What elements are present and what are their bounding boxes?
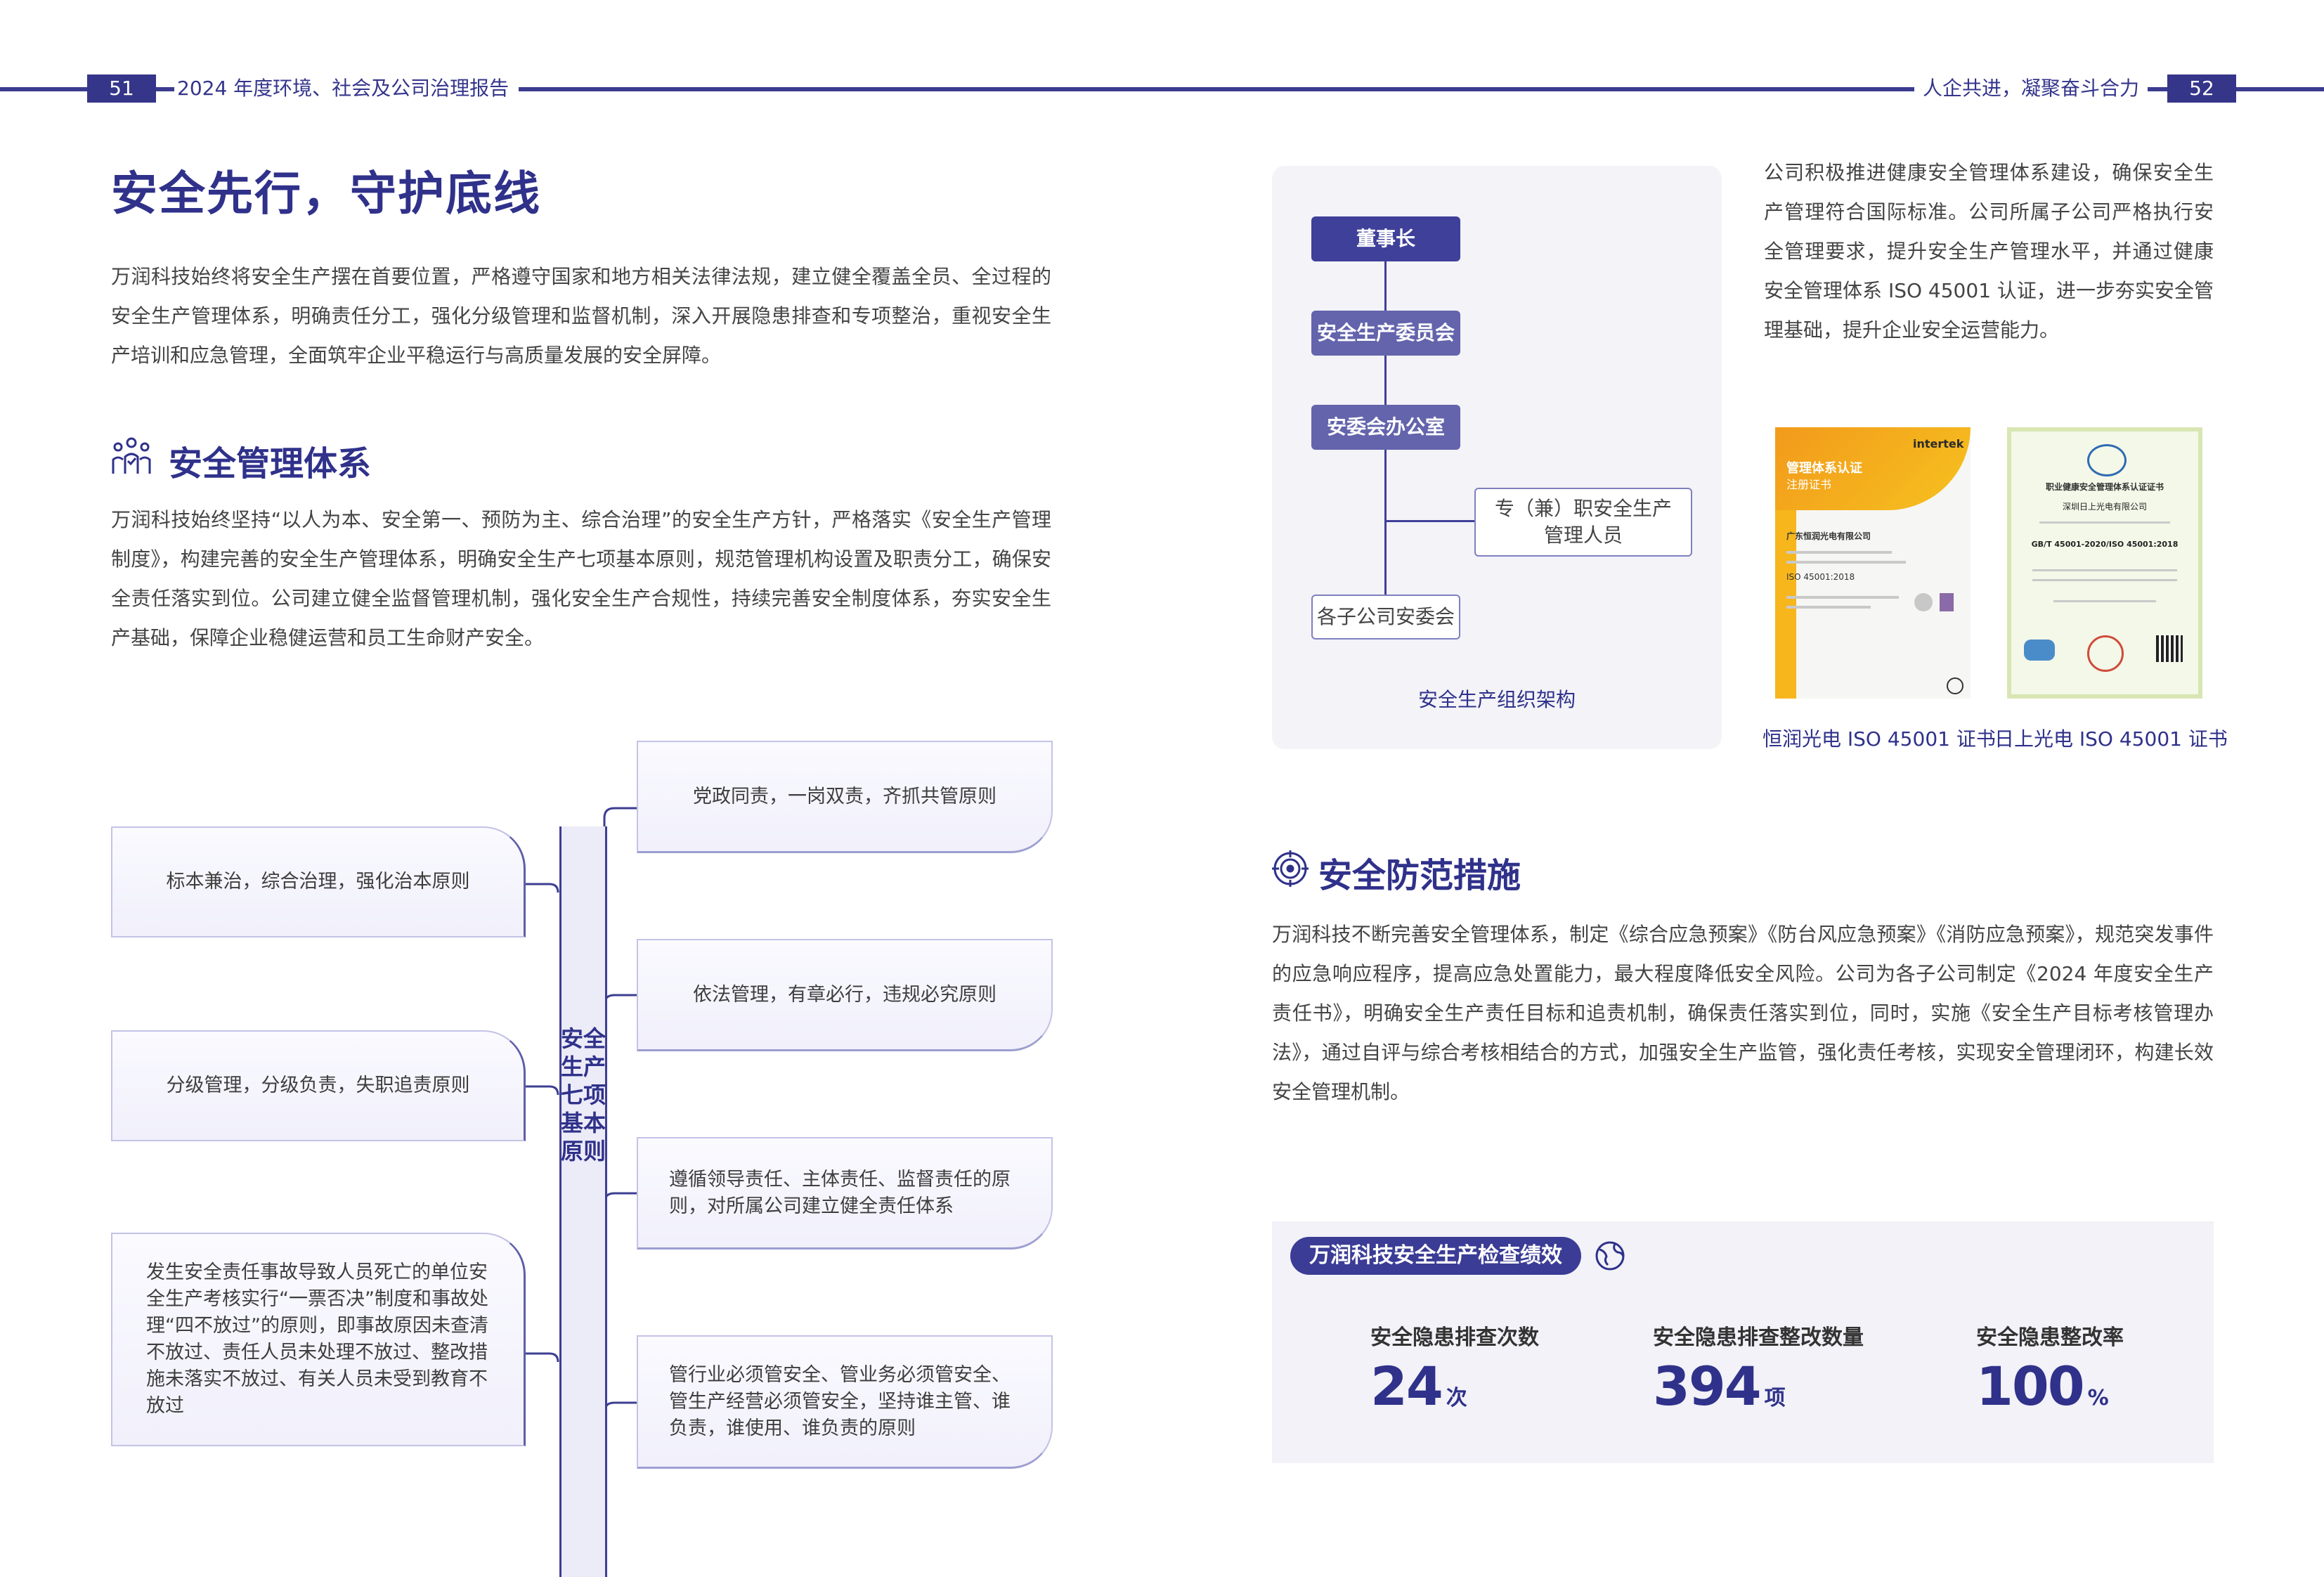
certificate-caption-rishang: 日上光电 ISO 45001 证书 <box>1994 727 2228 751</box>
cert-brand: intertek <box>1913 437 1964 450</box>
cert-company: 深圳日上光电有限公司 <box>2062 502 2147 512</box>
stat-value: 394 项 <box>1653 1355 1786 1417</box>
principle-box: 管行业必须管安全、管业务必须管安全、管生产经营必须管安全，坚持谁主管、谁负责，谁… <box>637 1335 1053 1469</box>
cert-company: 广东恒润光电有限公司 <box>1786 531 1871 541</box>
org-node-safety-staff: 专（兼）职安全生产管理人员 <box>1474 488 1692 557</box>
principle-text: 发生安全责任事故导致人员死亡的单位安全生产考核实行“一票否决”制度和事故处理“四… <box>146 1261 488 1417</box>
stat-unit: 次 <box>1446 1386 1467 1410</box>
stat-label: 安全隐患排查整改数量 <box>1653 1325 1864 1350</box>
cert-title: 职业健康安全管理体系认证证书 <box>2045 482 2164 492</box>
cert-logo-icon <box>2087 444 2127 476</box>
principle-box: 党政同责，一岗双责，齐抓共管原则 <box>637 741 1053 853</box>
prevention-paragraph: 万润科技不断完善安全管理体系，制定《综合应急预案》《防台风应急预案》《消防应急预… <box>1272 923 2214 1103</box>
principle-text: 管行业必须管安全、管业务必须管安全、管生产经营必须管安全，坚持谁主管、谁负责，谁… <box>669 1363 1011 1439</box>
stat-unit: % <box>2087 1386 2109 1410</box>
principle-text: 分级管理，分级负责，失职追责原则 <box>166 1075 470 1096</box>
principle-box: 发生安全责任事故导致人员死亡的单位安全生产考核实行“一票否决”制度和事故处理“四… <box>111 1233 526 1446</box>
certificate-rishang: 职业健康安全管理体系认证证书 深圳日上光电有限公司 GB/T 45001-202… <box>2007 427 2202 699</box>
principle-box: 依法管理，有章必行，违规必究原则 <box>637 939 1053 1051</box>
org-node-subsidiary: 各子公司安委会 <box>1311 595 1460 640</box>
stat-number: 100 <box>1976 1355 2085 1417</box>
stats-title: 万润科技安全生产检查绩效 <box>1290 1237 1581 1275</box>
org-node-chairman: 董事长 <box>1311 216 1460 261</box>
globe-icon <box>1595 1241 1625 1271</box>
cert-seal-icon <box>2087 635 2124 672</box>
cert-title: 管理体系认证 <box>1786 461 1862 476</box>
principle-text: 标本兼治，综合治理，强化治本原则 <box>166 871 470 893</box>
stat-value: 24 次 <box>1370 1355 1467 1417</box>
cert-qr-icon <box>2156 635 2183 662</box>
stat-label: 安全隐患整改率 <box>1976 1325 2124 1350</box>
principle-box: 遵循领导责任、主体责任、监督责任的原则，对所属公司建立健全责任体系 <box>637 1137 1053 1250</box>
certificate-caption-hengrun: 恒润光电 ISO 45001 证书 <box>1763 727 1996 751</box>
stat-number: 24 <box>1370 1355 1443 1417</box>
stat-label: 安全隐患排查次数 <box>1370 1325 1539 1350</box>
principle-box: 分级管理，分级负责，失职追责原则 <box>111 1030 526 1141</box>
cert-subtitle: 注册证书 <box>1786 478 1832 491</box>
org-chart-caption: 安全生产组织架构 <box>1417 688 1576 711</box>
certificate-hengrun: intertek 管理体系认证 注册证书 广东恒润光电有限公司 ISO 4500… <box>1775 427 1971 699</box>
iso-paragraph: 公司积极推进健康安全管理体系建设，确保安全生产管理符合国际标准。公司所属子公司严… <box>1764 161 2214 342</box>
page-number-right: 52 <box>2167 74 2236 103</box>
principle-text: 遵循领导责任、主体责任、监督责任的原则，对所属公司建立健全责任体系 <box>669 1168 1011 1217</box>
org-node-office: 安委会办公室 <box>1311 405 1460 450</box>
cert-standard: ISO 45001:2018 <box>1786 572 1855 582</box>
org-node-committee: 安全生产委员会 <box>1311 311 1460 356</box>
stat-unit: 项 <box>1764 1386 1786 1410</box>
stat-number: 394 <box>1653 1355 1762 1417</box>
stat-value: 100% <box>1976 1355 2109 1417</box>
principle-box: 标本兼治，综合治理，强化治本原则 <box>111 826 526 937</box>
principles-center-label: 安全生产七项基本原则 <box>560 1025 606 1164</box>
principle-text: 党政同责，一岗双责，齐抓共管原则 <box>693 785 997 807</box>
principles-axis <box>559 826 607 1577</box>
target-icon <box>1272 850 1309 887</box>
cert-standard: GB/T 45001-2020/ISO 45001:2018 <box>2031 540 2179 549</box>
section-title-prevention: 安全防范措施 <box>1318 856 1521 895</box>
org-line <box>1384 520 1474 522</box>
principle-text: 依法管理，有章必行，违规必究原则 <box>693 983 997 1006</box>
chapter-title: 人企共进，凝聚奋斗合力 <box>1914 74 2148 103</box>
